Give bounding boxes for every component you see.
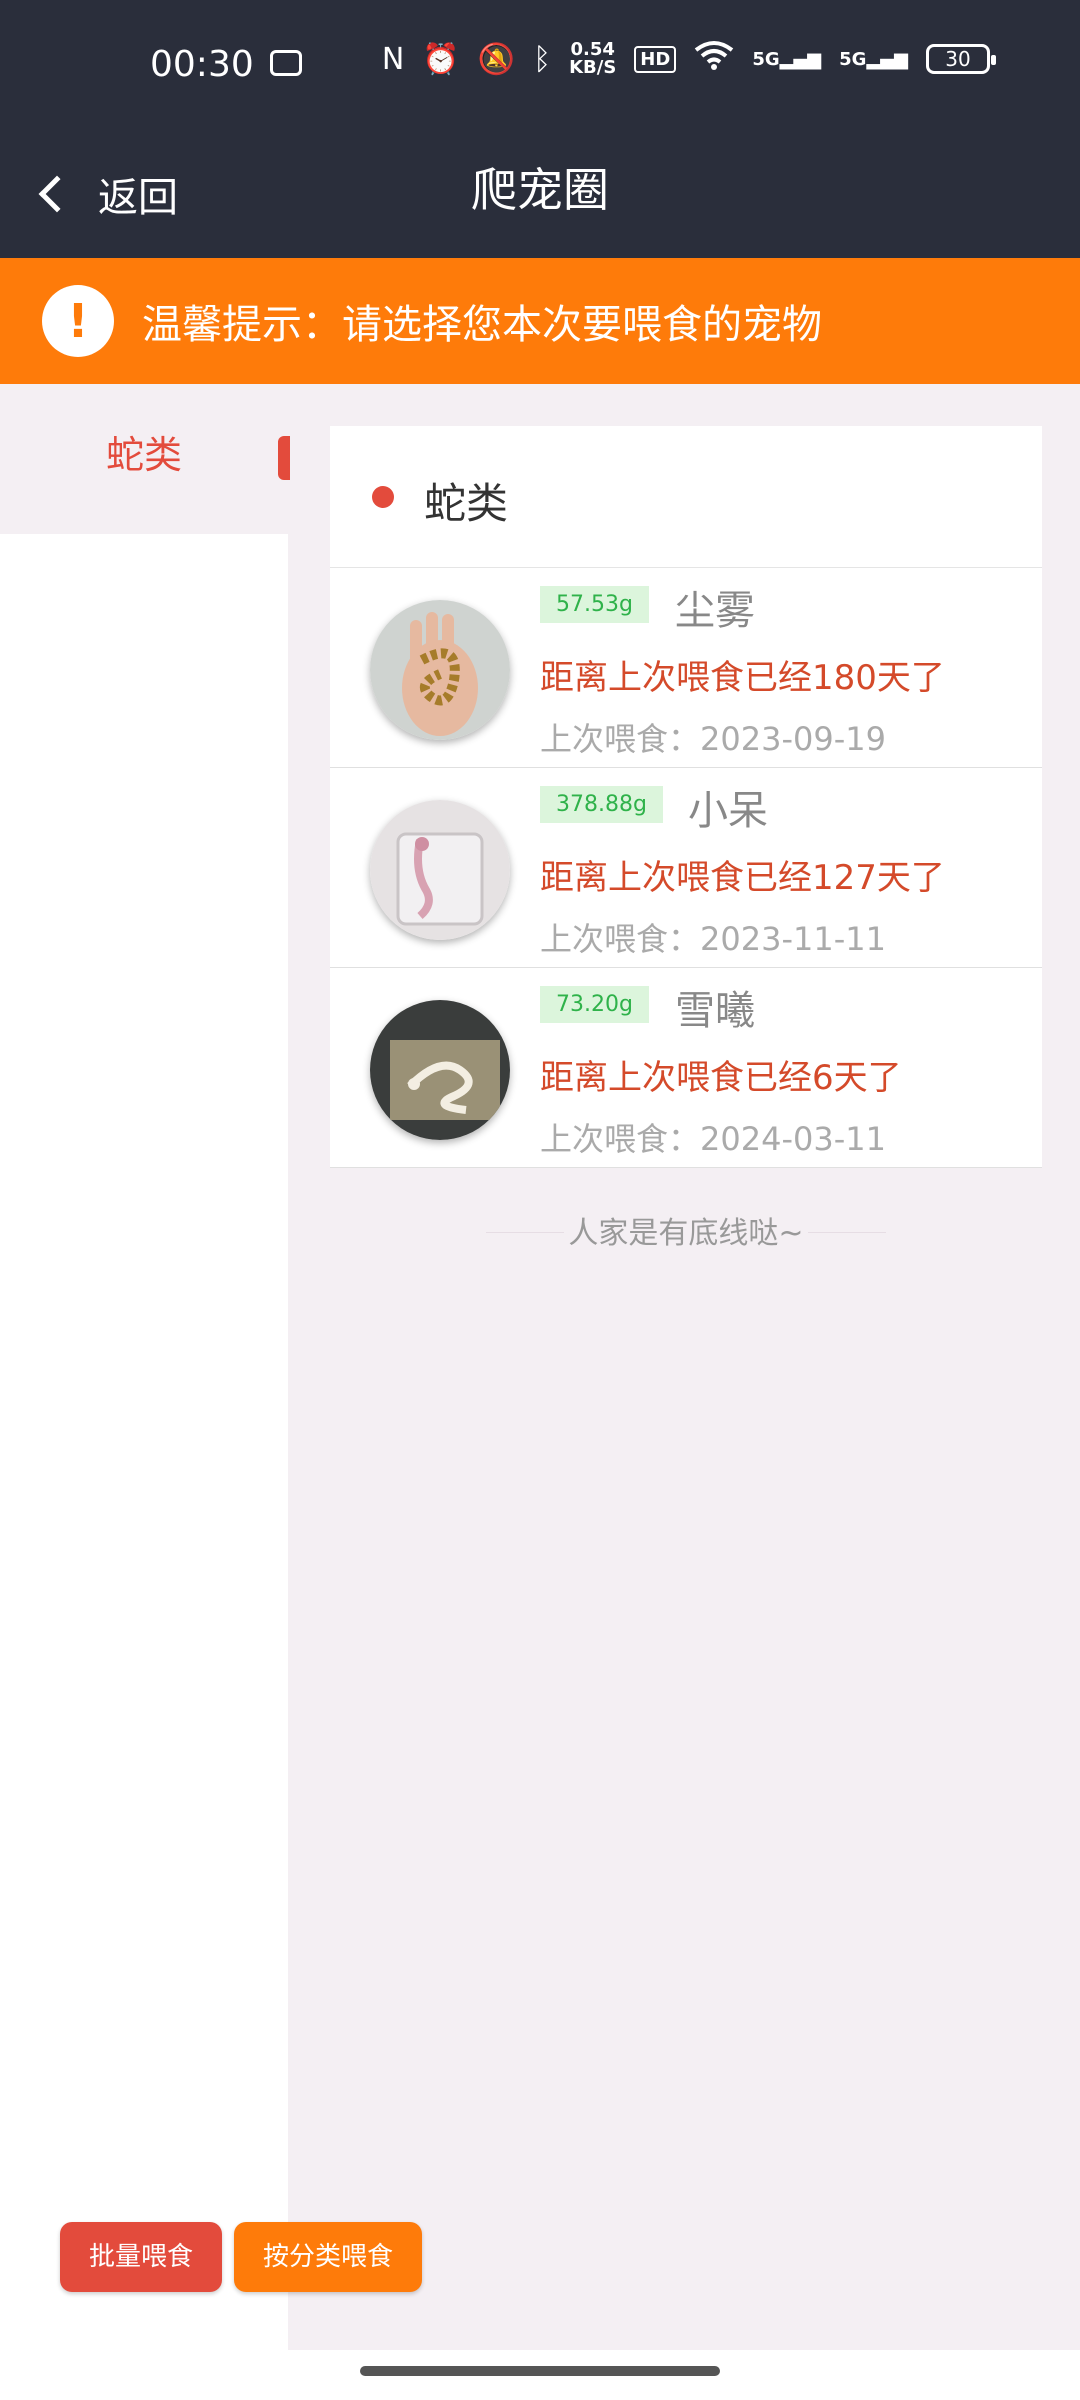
pet-list: 蛇类 57.53g 尘雾 距离上次喂食已经180天了 上次喂食：2023-09-… [330, 426, 1042, 1258]
category-dot-icon [372, 486, 394, 508]
pet-name: 小呆 [688, 788, 768, 834]
nav-bar: 爬宠圈 返回 [0, 130, 1080, 258]
status-time: 00:30 [150, 44, 254, 85]
back-button[interactable]: 返回 [36, 156, 178, 232]
active-indicator [278, 436, 290, 480]
weight-badge: 57.53g [540, 586, 649, 623]
signal-label-1: 5G [752, 48, 780, 70]
sidebar-item-label: 蛇类 [105, 433, 182, 477]
days-since-feeding: 距离上次喂食已经127天了 [540, 858, 945, 898]
weight-badge: 378.88g [540, 786, 663, 823]
tv-icon [270, 50, 302, 76]
gesture-bar[interactable] [360, 2366, 720, 2376]
mute-icon: 🔕 [477, 41, 516, 77]
notice-banner: ! 温馨提示：请选择您本次要喂食的宠物 [0, 258, 1080, 384]
last-fed-date: 上次喂食：2023-11-11 [540, 920, 886, 958]
pet-row[interactable]: 73.20g 雪曦 距离上次喂食已经6天了 上次喂食：2024-03-11 [330, 968, 1042, 1168]
hd-icon: HD [634, 45, 677, 73]
notice-text: 温馨提示：请选择您本次要喂食的宠物 [142, 302, 822, 348]
sidebar-item-snakes[interactable]: 蛇类 [0, 384, 290, 534]
warning-icon: ! [42, 285, 114, 357]
category-feed-button[interactable]: 按分类喂食 [234, 2222, 422, 2292]
signal-icon-2: 5G▂▄▆ [839, 48, 908, 70]
pet-name: 雪曦 [675, 988, 755, 1034]
wifi-icon [694, 40, 734, 78]
list-end-text: 人家是有底线哒~ [564, 1216, 808, 1251]
category-title: 蛇类 [424, 479, 509, 528]
white-snake-photo [370, 1000, 510, 1140]
signal-icon-1: 5G▂▄▆ [752, 48, 822, 70]
days-since-feeding: 距离上次喂食已经180天了 [540, 658, 945, 698]
chevron-left-icon [38, 175, 76, 213]
last-fed-date: 上次喂食：2023-09-19 [540, 720, 886, 758]
weight-badge: 73.20g [540, 986, 649, 1023]
pet-row[interactable]: 378.88g 小呆 距离上次喂食已经127天了 上次喂食：2023-11-11 [330, 768, 1042, 968]
signal-label-2: 5G [839, 48, 867, 70]
nfc-icon: N [381, 41, 405, 77]
list-end-divider: 人家是有底线哒~ [330, 1208, 1042, 1258]
pet-row[interactable]: 57.53g 尘雾 距离上次喂食已经180天了 上次喂食：2023-09-19 [330, 568, 1042, 768]
days-since-feeding: 距离上次喂食已经6天了 [540, 1058, 902, 1098]
speed-unit: KB/S [569, 57, 617, 78]
snake-in-glass-photo [370, 800, 510, 940]
category-sidebar: 蛇类 [0, 384, 290, 2350]
back-label: 返回 [98, 175, 178, 221]
bluetooth-icon: ᛒ [533, 41, 552, 77]
battery-icon: 30 [926, 44, 996, 74]
alarm-icon: ⏰ [422, 41, 460, 77]
network-speed: 0.54 KB/S [569, 41, 616, 77]
snake-on-hand-photo [370, 600, 510, 740]
status-icons: N ⏰ 🔕 ᛒ 0.54 KB/S HD 5G▂▄▆ 5G▂▄▆ 30 [381, 40, 996, 78]
batch-feed-button[interactable]: 批量喂食 [60, 2222, 222, 2292]
pet-name: 尘雾 [675, 588, 755, 634]
category-header: 蛇类 [330, 426, 1042, 568]
last-fed-date: 上次喂食：2024-03-11 [540, 1120, 886, 1158]
status-bar: 00:30 N ⏰ 🔕 ᛒ 0.54 KB/S HD 5G▂▄▆ 5G▂▄▆ 3… [0, 0, 1080, 130]
